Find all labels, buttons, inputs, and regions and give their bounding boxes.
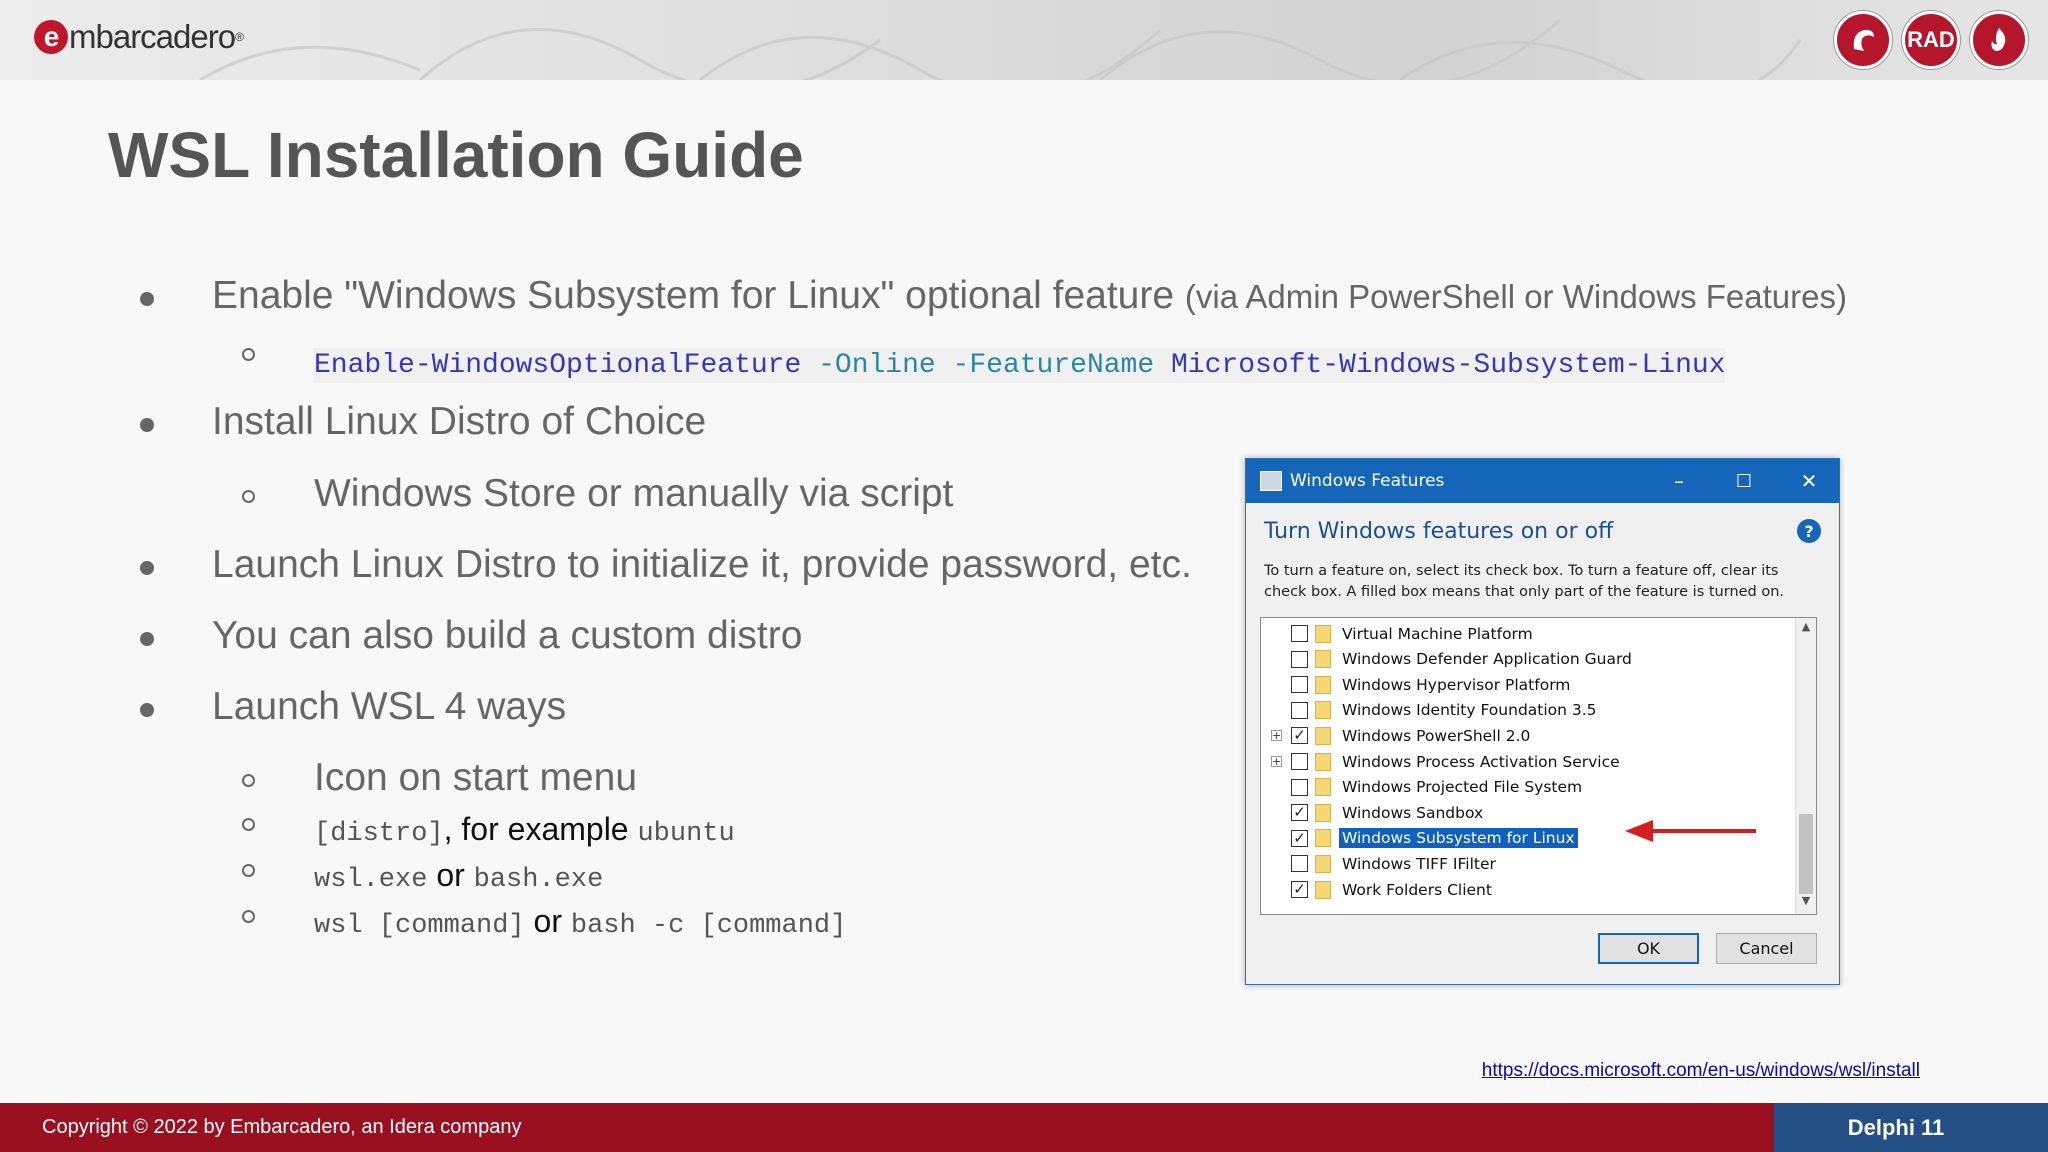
folder-icon: [1315, 650, 1331, 669]
minimize-button[interactable]: –: [1649, 459, 1709, 503]
embarcadero-logo: e mbarcadero ®: [34, 18, 244, 56]
feature-label: Windows Identity Foundation 3.5: [1342, 701, 1597, 720]
feature-label: Virtual Machine Platform: [1342, 624, 1533, 643]
feature-checkbox[interactable]: [1291, 753, 1308, 770]
folder-icon: [1315, 752, 1331, 771]
sub-bullet-windows-store: Windows Store or manually via script: [242, 472, 953, 516]
sub-bullet-command: Enable-WindowsOptionalFeature -Online -F…: [242, 338, 1726, 383]
footer-bar: Copyright © 2022 by Embarcadero, an Ider…: [0, 1103, 2048, 1152]
expand-icon[interactable]: +: [1271, 756, 1282, 767]
feature-checkbox[interactable]: [1291, 778, 1308, 796]
sub-bullet-wsl-exe: wsl.exe or bash.exe: [242, 852, 603, 896]
header-decoration: [199, 18, 1802, 80]
feature-label: Windows PowerShell 2.0: [1342, 726, 1531, 745]
ok-button[interactable]: OK: [1598, 933, 1699, 964]
page-title: WSL Installation Guide: [108, 119, 804, 191]
bullet-launch-distro: Launch Linux Distro to initialize it, pr…: [140, 543, 1192, 587]
scroll-up-icon[interactable]: ▲: [1796, 620, 1816, 638]
sub-bullet-start-menu: Icon on start menu: [242, 756, 637, 800]
feature-label: Windows Projected File System: [1342, 778, 1583, 797]
feature-row[interactable]: Windows Identity Foundation 3.5: [1261, 698, 1781, 723]
feature-label: Windows Subsystem for Linux: [1338, 827, 1579, 850]
feature-row[interactable]: Windows TIFF IFilter: [1261, 851, 1781, 876]
feature-checkbox[interactable]: [1291, 855, 1308, 873]
feature-row[interactable]: Virtual Machine Platform: [1261, 621, 1781, 646]
feature-row[interactable]: Windows Hypervisor Platform: [1261, 672, 1781, 697]
delphi-badge-icon: [1834, 11, 1892, 69]
help-icon[interactable]: ?: [1797, 519, 1821, 543]
folder-icon: [1315, 675, 1331, 694]
feature-row[interactable]: Windows Defender Application Guard: [1261, 647, 1781, 672]
bullet-custom-distro: You can also build a custom distro: [140, 614, 802, 658]
bullet-ring: [242, 348, 255, 361]
copyright-text: Copyright © 2022 by Embarcadero, an Ider…: [42, 1116, 522, 1138]
folder-icon: [1315, 854, 1331, 873]
logo-e-icon: e: [34, 20, 68, 54]
feature-checkbox[interactable]: [1291, 625, 1308, 642]
product-badges: RAD: [1834, 11, 2028, 69]
folder-icon: [1315, 778, 1331, 797]
folder-icon: [1315, 624, 1331, 643]
bullet-dot: [140, 292, 154, 306]
feature-row[interactable]: + ✓ Windows PowerShell 2.0: [1261, 723, 1781, 748]
dialog-description: To turn a feature on, select its check b…: [1264, 563, 1785, 600]
folder-icon: [1315, 829, 1331, 848]
bullet-enable-feature: Enable "Windows Subsystem for Linux" opt…: [140, 274, 1847, 318]
sub-bullet-command-form: wsl [command] or bash -c [command]: [242, 898, 846, 942]
dialog-title: Windows Features: [1290, 471, 1445, 491]
folder-icon: [1315, 803, 1331, 822]
feature-checkbox[interactable]: [1291, 676, 1308, 694]
windows-features-app-icon: [1260, 471, 1282, 491]
dialog-titlebar: Windows Features – ☐ ✕: [1246, 459, 1839, 503]
cancel-button[interactable]: Cancel: [1716, 933, 1817, 964]
feature-row[interactable]: ✓ Work Folders Client: [1261, 877, 1781, 902]
dialog-heading: Turn Windows features on or off: [1264, 519, 1614, 544]
feature-label: Windows Defender Application Guard: [1342, 650, 1632, 669]
feature-checkbox[interactable]: [1291, 701, 1308, 719]
scroll-thumb[interactable]: [1799, 814, 1813, 894]
product-label: Delphi 11: [1774, 1103, 2048, 1152]
bullet-install-distro: Install Linux Distro of Choice: [140, 400, 706, 444]
feature-label: Work Folders Client: [1342, 880, 1492, 899]
feature-label: Windows Process Activation Service: [1342, 752, 1620, 771]
feature-label: Windows Sandbox: [1342, 803, 1484, 822]
features-tree[interactable]: Virtual Machine Platform Windows Defender…: [1260, 617, 1817, 915]
powershell-command: Enable-WindowsOptionalFeature -Online -F…: [314, 348, 1726, 383]
feature-checkbox[interactable]: ✓: [1291, 829, 1308, 847]
red-arrow-icon: [1625, 820, 1756, 842]
maximize-button[interactable]: ☐: [1714, 459, 1774, 503]
feature-checkbox[interactable]: ✓: [1291, 804, 1308, 822]
expand-icon[interactable]: +: [1271, 730, 1282, 742]
folder-icon: [1315, 726, 1331, 745]
feature-checkbox[interactable]: ✓: [1291, 881, 1308, 898]
scroll-down-icon[interactable]: ▼: [1796, 894, 1816, 912]
sub-bullet-distro-example: [distro], for example ubuntu: [242, 806, 735, 850]
header-bar: e mbarcadero ® RAD: [0, 0, 2048, 80]
feature-checkbox[interactable]: ✓: [1291, 727, 1308, 745]
feature-row[interactable]: Windows Projected File System: [1261, 775, 1781, 800]
feature-checkbox[interactable]: [1291, 650, 1308, 668]
feature-label: Windows Hypervisor Platform: [1342, 675, 1571, 694]
logo-text: mbarcadero: [69, 18, 236, 55]
windows-features-dialog: Windows Features – ☐ ✕ Turn Windows feat…: [1245, 458, 1840, 985]
close-button[interactable]: ✕: [1779, 459, 1839, 503]
rad-badge-icon: RAD: [1902, 11, 1960, 69]
folder-icon: [1315, 880, 1331, 899]
tree-scrollbar[interactable]: ▲ ▼: [1795, 618, 1816, 914]
feature-label: Windows TIFF IFilter: [1342, 854, 1496, 873]
cbuilder-badge-icon: [1970, 11, 2028, 69]
folder-icon: [1315, 701, 1331, 720]
wsl-docs-link[interactable]: https://docs.microsoft.com/en-us/windows…: [1482, 1060, 1920, 1082]
bullet-launch-wsl: Launch WSL 4 ways: [140, 685, 566, 729]
feature-row[interactable]: + Windows Process Activation Service: [1261, 749, 1781, 774]
